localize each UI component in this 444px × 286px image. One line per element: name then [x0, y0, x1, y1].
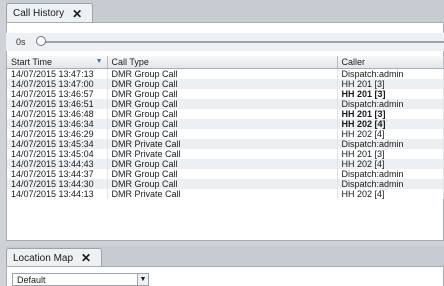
cell-caller: HH 201 [3] [337, 89, 444, 99]
cell-start-time: 14/07/2015 13:45:34 [7, 139, 108, 149]
cell-call-type: DMR Group Call [107, 68, 338, 79]
cell-call-type: DMR Group Call [107, 109, 338, 119]
cell-caller: HH 201 [3] [337, 79, 444, 89]
sort-down-icon[interactable]: ▼ [96, 58, 103, 65]
cell-start-time: 14/07/2015 13:47:13 [7, 68, 108, 79]
cell-caller: HH 202 [4] [337, 189, 444, 199]
cell-start-time: 14/07/2015 13:44:30 [7, 179, 108, 189]
cell-caller: HH 202 [4] [337, 159, 444, 169]
cell-start-time: 14/07/2015 13:46:48 [7, 109, 108, 119]
chevron-down-icon[interactable]: ▼ [137, 274, 148, 285]
table-row[interactable]: 14/07/2015 13:46:48 DMR Group Call HH 201 … [7, 109, 444, 119]
slider-thumb[interactable] [36, 36, 46, 46]
cell-call-type: DMR Group Call [107, 179, 338, 189]
cell-start-time: 14/07/2015 13:46:57 [7, 89, 108, 99]
table-row[interactable]: 14/07/2015 13:45:04 DMR Private Call HH 20… [7, 149, 444, 159]
table-row[interactable]: 14/07/2015 13:47:13 DMR Group Call Dispatc… [7, 68, 444, 79]
call-history-table-wrap: Start Time ▼ Call Type Caller 14/07/2015… [7, 56, 444, 199]
table-row[interactable]: 14/07/2015 13:45:34 DMR Private Call Dispa… [7, 139, 444, 149]
column-header-call-type[interactable]: Call Type [107, 56, 338, 69]
cell-call-type: DMR Private Call [107, 189, 338, 199]
cell-call-type: DMR Group Call [107, 129, 338, 139]
table-row[interactable]: 14/07/2015 13:46:51 DMR Group Call Dispatc… [7, 99, 444, 109]
cell-call-type: DMR Group Call [107, 169, 338, 179]
cell-call-type: DMR Group Call [107, 119, 338, 129]
table-row[interactable]: 14/07/2015 13:46:29 DMR Group Call HH 202 … [7, 129, 444, 139]
column-header-caller[interactable]: Caller [337, 56, 444, 69]
table-row[interactable]: 14/07/2015 13:44:37 DMR Group Call Dispatc… [7, 169, 444, 179]
cell-caller: Dispatch:admin [337, 179, 444, 189]
table-header-row: Start Time ▼ Call Type Caller [7, 56, 444, 69]
cell-call-type: DMR Group Call [107, 159, 338, 169]
call-history-tabstrip: Call History ✕ [6, 0, 444, 23]
cell-caller: Dispatch:admin [337, 169, 444, 179]
cell-start-time: 14/07/2015 13:46:51 [7, 99, 108, 109]
call-history-table: Start Time ▼ Call Type Caller 14/07/2015… [7, 56, 444, 199]
tab-location-map[interactable]: Location Map ✕ [6, 248, 103, 267]
cell-call-type: DMR Group Call [107, 99, 338, 109]
cell-start-time: 14/07/2015 13:46:29 [7, 129, 108, 139]
cell-caller: HH 202 [4] [337, 129, 444, 139]
cell-call-type: DMR Group Call [107, 89, 338, 99]
timeline-slider-row: 0s [6, 33, 444, 51]
tab-call-history[interactable]: Call History ✕ [6, 3, 94, 23]
cell-caller: Dispatch:admin [337, 68, 444, 79]
tab-call-history-label: Call History [13, 8, 65, 19]
map-layer-dropdown[interactable]: Default ▼ [12, 273, 149, 286]
close-icon[interactable]: ✕ [81, 252, 91, 264]
slider-time-label: 0s [16, 37, 26, 47]
cell-call-type: DMR Group Call [107, 79, 338, 89]
cell-caller: Dispatch:admin [337, 99, 444, 109]
cell-caller: Dispatch:admin [337, 139, 444, 149]
cell-start-time: 14/07/2015 13:47:00 [7, 79, 108, 89]
cell-call-type: DMR Private Call [107, 139, 338, 149]
table-row[interactable]: 14/07/2015 13:47:00 DMR Group Call HH 201 … [7, 79, 444, 89]
cell-start-time: 14/07/2015 13:44:43 [7, 159, 108, 169]
location-map-tabstrip: Location Map ✕ [6, 246, 444, 267]
table-row[interactable]: 14/07/2015 13:44:30 DMR Group Call Dispatc… [7, 179, 444, 189]
table-row[interactable]: 14/07/2015 13:44:13 DMR Private Call HH 20… [7, 189, 444, 199]
cell-start-time: 14/07/2015 13:44:37 [7, 169, 108, 179]
tab-location-map-label: Location Map [13, 252, 74, 264]
table-row[interactable]: 14/07/2015 13:46:34 DMR Group Call HH 202 … [7, 119, 444, 129]
map-layer-value: Default [17, 274, 46, 285]
call-history-table-body: 14/07/2015 13:47:13 DMR Group Call Dispatc… [7, 68, 444, 199]
cell-start-time: 14/07/2015 13:45:04 [7, 149, 108, 159]
close-icon[interactable]: ✕ [72, 8, 82, 20]
column-header-start-time[interactable]: Start Time ▼ [7, 56, 108, 69]
cell-start-time: 14/07/2015 13:46:34 [7, 119, 108, 129]
cell-start-time: 14/07/2015 13:44:13 [7, 189, 108, 199]
table-row[interactable]: 14/07/2015 13:44:43 DMR Group Call HH 202 … [7, 159, 444, 169]
cell-caller: HH 201 [3] [337, 149, 444, 159]
table-row[interactable]: 14/07/2015 13:46:57 DMR Group Call HH 201 … [7, 89, 444, 99]
cell-caller: HH 201 [3] [337, 109, 444, 119]
cell-caller: HH 202 [4] [337, 119, 444, 129]
cell-call-type: DMR Private Call [107, 149, 338, 159]
slider-track[interactable] [40, 41, 444, 43]
